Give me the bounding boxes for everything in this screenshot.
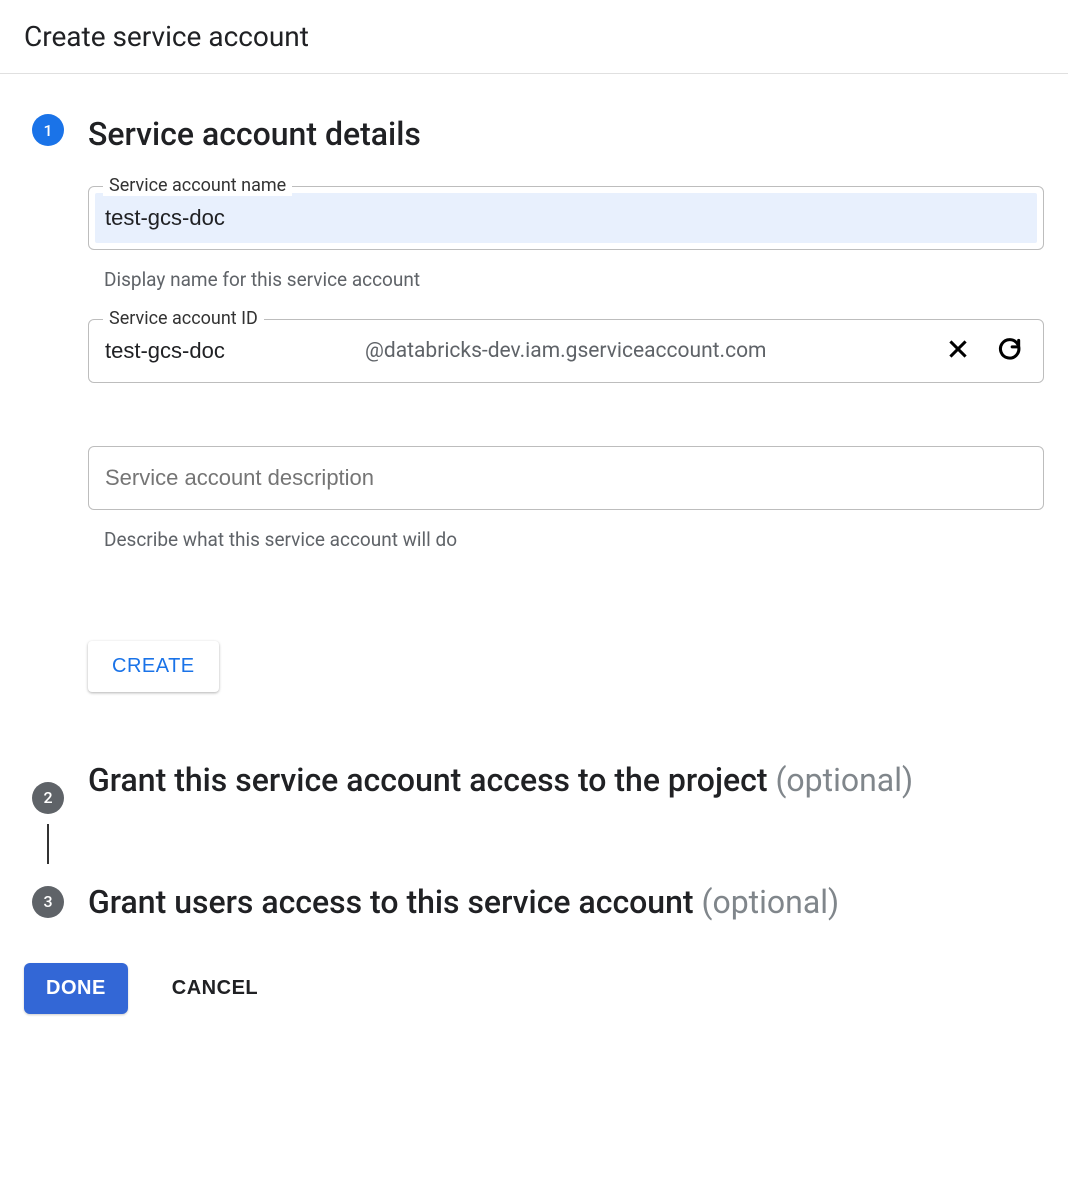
step-2-indicator: 2 [24,760,72,864]
service-account-name-outline: Service account name [88,186,1044,250]
service-account-name-input[interactable] [95,193,1037,243]
refresh-icon [997,336,1023,365]
step-2-heading-text: Grant this service account access to the… [88,761,768,799]
service-account-id-field: Service account ID @databricks-dev.iam.g… [88,319,1044,383]
page-header: Create service account [0,0,1068,74]
service-account-name-label: Service account name [103,175,292,196]
step-1-indicator: 1 [24,114,72,150]
service-account-id-suffix: @databricks-dev.iam.gserviceaccount.com [365,339,929,363]
step-2: 2 Grant this service account access to t… [24,760,1044,864]
step-2-connector-line [47,824,49,864]
footer-actions: DONE CANCEL [24,923,1044,1014]
close-icon [945,336,971,365]
clear-id-button[interactable] [941,332,975,369]
page-title: Create service account [24,20,1044,53]
content-area: 1 Service account details Service accoun… [0,74,1068,1054]
step-1-body: Service account details Service account … [72,114,1044,732]
step-3-heading[interactable]: Grant users access to this service accou… [88,882,1044,924]
step-3: 3 Grant users access to this service acc… [24,882,1044,924]
step-2-badge: 2 [32,782,64,814]
step-2-body: Grant this service account access to the… [72,760,1044,802]
step-1-heading: Service account details [88,114,1044,156]
service-account-id-outline: Service account ID @databricks-dev.iam.g… [88,319,1044,383]
service-account-id-label: Service account ID [103,308,264,329]
step-2-optional-label: (optional) [768,761,914,799]
step-3-badge: 3 [32,886,64,918]
create-button[interactable]: CREATE [88,641,219,692]
step-3-heading-text: Grant users access to this service accou… [88,883,694,921]
service-account-description-helper: Describe what this service account will … [88,518,1044,551]
cancel-button[interactable]: CANCEL [172,977,258,1000]
step-3-optional-label: (optional) [694,883,840,921]
service-account-description-input[interactable] [89,447,1043,509]
done-button[interactable]: DONE [24,963,128,1014]
service-account-name-helper: Display name for this service account [88,258,1044,291]
service-account-name-field: Service account name [88,186,1044,250]
step-3-body: Grant users access to this service accou… [72,882,1044,924]
refresh-id-button[interactable] [993,332,1027,369]
service-account-id-input[interactable] [105,320,365,382]
service-account-description-field [88,446,1044,510]
step-1: 1 Service account details Service accoun… [24,114,1044,732]
service-account-id-row: @databricks-dev.iam.gserviceaccount.com [89,320,1043,382]
service-account-id-actions [929,332,1027,369]
step-1-badge: 1 [32,114,64,146]
step-3-indicator: 3 [24,882,72,918]
step-2-heading[interactable]: Grant this service account access to the… [88,760,1044,802]
service-account-description-outline [88,446,1044,510]
